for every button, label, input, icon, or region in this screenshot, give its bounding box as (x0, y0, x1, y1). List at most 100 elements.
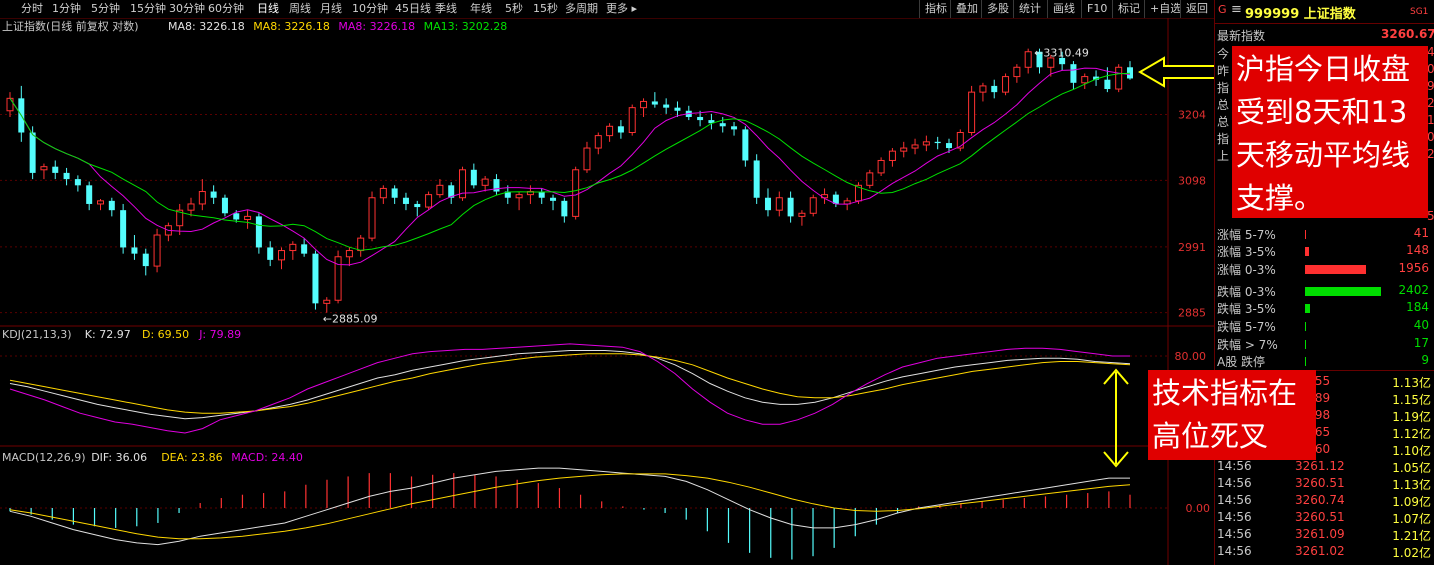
candle-body (922, 141, 930, 146)
breadth-bar (1305, 230, 1306, 239)
kdj-D-line (9, 353, 1131, 414)
candle-body (1013, 66, 1021, 78)
candle-body (267, 247, 274, 260)
breadth-bar (1305, 340, 1306, 349)
candle-body (6, 97, 14, 112)
candle-body (628, 107, 636, 134)
annotation-death-cross: 技术指标在高位死叉 (1148, 370, 1316, 460)
candle-body (493, 179, 500, 192)
candle-body (108, 200, 115, 211)
tick-volume: 1.10亿 (1392, 444, 1431, 458)
candle-body (1002, 76, 1010, 93)
high-marker: ←3310.49 (1034, 47, 1089, 60)
candle-body (379, 187, 387, 199)
tick-time: 14:56 (1217, 493, 1252, 507)
tick-volume: 1.13亿 (1392, 376, 1431, 390)
candle-body (402, 197, 409, 204)
candle-body (289, 243, 297, 252)
tick-price: 3261.09 (1295, 527, 1345, 541)
kdj-legend-1: K: 72.97 (85, 328, 131, 341)
candle-body (1104, 79, 1111, 90)
tick-price: 3260.51 (1295, 510, 1345, 524)
quote-row-value: 2 (1427, 147, 1434, 161)
tick-time: 14:56 (1217, 544, 1252, 558)
candle-body (888, 150, 896, 161)
candle-body (651, 101, 658, 105)
kdj-legend-3: J: 79.89 (198, 328, 241, 341)
quote-row-value: 9 (1427, 79, 1434, 93)
tick-time: 14:56 (1217, 459, 1252, 473)
kdj-J-line (9, 343, 1130, 434)
candle-body (470, 169, 477, 186)
kdj-K-line (9, 350, 1131, 420)
breadth-label: 涨幅 3-5% (1217, 245, 1276, 259)
tick-volume: 1.13亿 (1392, 478, 1431, 492)
candle-body (86, 185, 93, 204)
ma8-line (9, 67, 1131, 266)
latest-value: 3260.67 (1381, 27, 1434, 41)
candle-body (719, 123, 726, 127)
candle-body (900, 147, 908, 152)
macd-DEA-line (9, 473, 1131, 540)
candle-body (798, 212, 806, 217)
header-title: 999999 上证指数 (1245, 7, 1356, 22)
candle-body (131, 247, 138, 254)
quote-row-value: 5 (1427, 209, 1434, 223)
candle-body (198, 191, 206, 205)
y-tick-label: 3098 (1178, 174, 1206, 187)
candle-body (606, 125, 614, 137)
candle-body (968, 91, 976, 134)
tick-volume: 1.21亿 (1392, 529, 1431, 543)
quote-row-label: 总 (1217, 98, 1230, 112)
tick-volume: 1.12亿 (1392, 427, 1431, 441)
breadth-label: 跌幅 > 7% (1217, 338, 1278, 352)
candle-body (787, 197, 794, 217)
candle-body (187, 203, 195, 211)
candle-body (550, 197, 557, 201)
candle-body (1024, 51, 1032, 68)
tick-volume: 1.05亿 (1392, 461, 1431, 475)
candle-body (312, 253, 319, 304)
candle-body (63, 172, 70, 180)
candle-body (753, 160, 760, 198)
candle-body (368, 197, 376, 239)
macd-legend-3: MACD: 24.40 (231, 451, 303, 464)
candle-body (775, 197, 783, 211)
breadth-bar (1305, 322, 1306, 331)
tick-volume: 1.09亿 (1392, 495, 1431, 509)
candle-body (809, 197, 817, 214)
candle-body (345, 250, 353, 258)
candle-body (142, 253, 149, 267)
quote-row-label: 指 (1217, 132, 1230, 146)
breadth-label: A股 跌停 (1217, 355, 1266, 369)
candle-body (561, 200, 568, 217)
breadth-label: 涨幅 0-3% (1217, 263, 1276, 277)
candle-body (97, 200, 105, 205)
quote-row-label: 总 (1217, 115, 1230, 129)
candle-body (764, 197, 771, 211)
breadth-value: 40 (1413, 318, 1429, 332)
ma-legend-1: MA8: 3226.18 (253, 20, 330, 33)
candle-body (436, 184, 444, 196)
candle-body (153, 234, 161, 267)
candle-body (29, 132, 36, 173)
candle-body (617, 126, 624, 133)
candle-body (979, 85, 987, 93)
candle-body (221, 197, 228, 214)
macd-DIF-line (9, 467, 1130, 546)
tick-price: 3260.74 (1295, 493, 1345, 507)
low-marker: ←2885.09 (323, 313, 378, 326)
candle-body (233, 213, 240, 220)
breadth-value: 41 (1413, 226, 1429, 240)
tick-price: 3261.02 (1295, 544, 1345, 558)
candle-body (934, 141, 941, 144)
main-chart-title: 上证指数(日线 前复权 对数) (2, 19, 139, 33)
breadth-value: 2402 (1398, 283, 1429, 297)
candle-body (640, 100, 648, 109)
kdj-legend-0: KDJ(21,13,3) (2, 328, 72, 341)
candle-body (742, 129, 749, 161)
ma-legend-2: MA8: 3226.18 (338, 20, 415, 33)
candle-body (583, 147, 591, 171)
quote-row-value: 4 (1427, 45, 1434, 59)
tick-time: 14:56 (1217, 510, 1252, 524)
